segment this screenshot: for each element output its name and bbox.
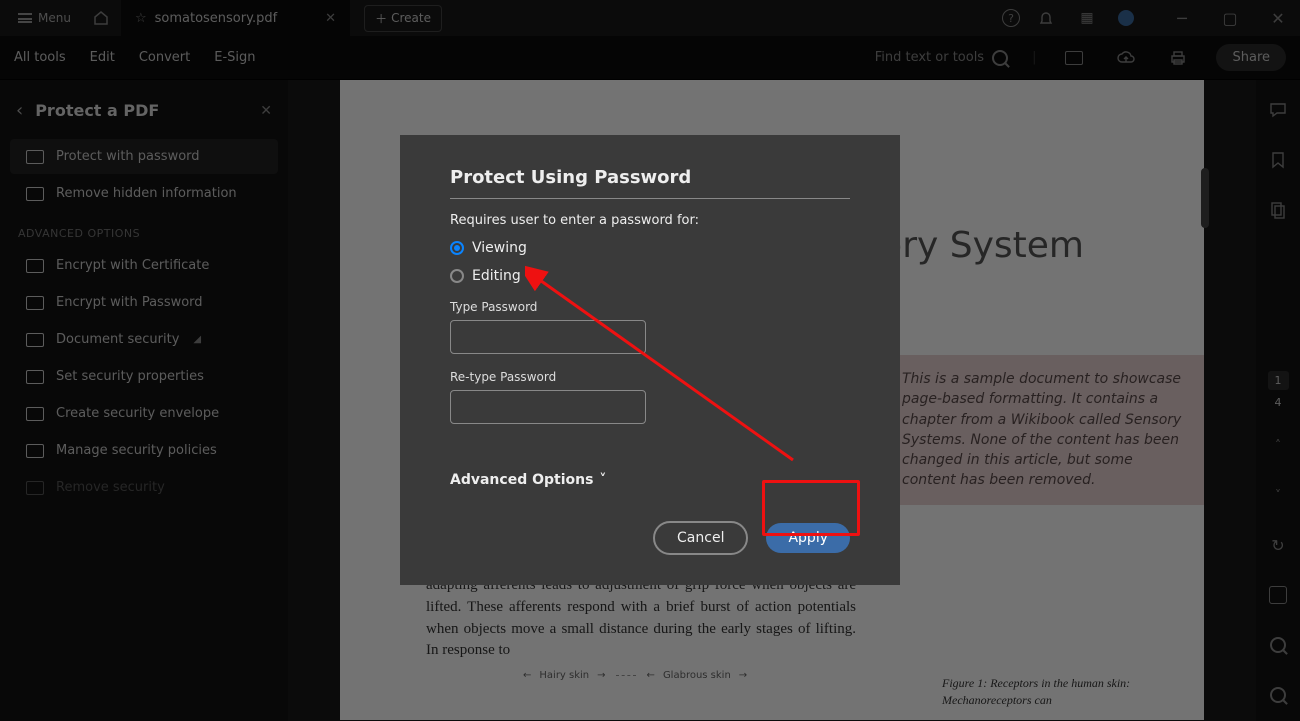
advanced-options-toggle[interactable]: Advanced Options ˅ xyxy=(450,472,850,488)
type-password-input[interactable] xyxy=(450,320,646,354)
radio-icon xyxy=(450,241,464,255)
type-password-label: Type Password xyxy=(450,300,850,314)
apply-button[interactable]: Apply xyxy=(766,523,850,553)
retype-password-label: Re-type Password xyxy=(450,370,850,384)
radio-viewing[interactable]: Viewing xyxy=(450,240,850,256)
radio-label: Viewing xyxy=(472,240,527,256)
radio-label: Editing xyxy=(472,268,521,284)
protect-password-dialog: Protect Using Password Requires user to … xyxy=(400,135,900,585)
dialog-subtitle: Requires user to enter a password for: xyxy=(450,213,850,228)
chevron-down-icon: ˅ xyxy=(599,472,606,488)
cancel-button[interactable]: Cancel xyxy=(653,521,748,555)
radio-icon xyxy=(450,269,464,283)
dialog-title: Protect Using Password xyxy=(450,167,850,199)
retype-password-input[interactable] xyxy=(450,390,646,424)
radio-editing[interactable]: Editing xyxy=(450,268,850,284)
